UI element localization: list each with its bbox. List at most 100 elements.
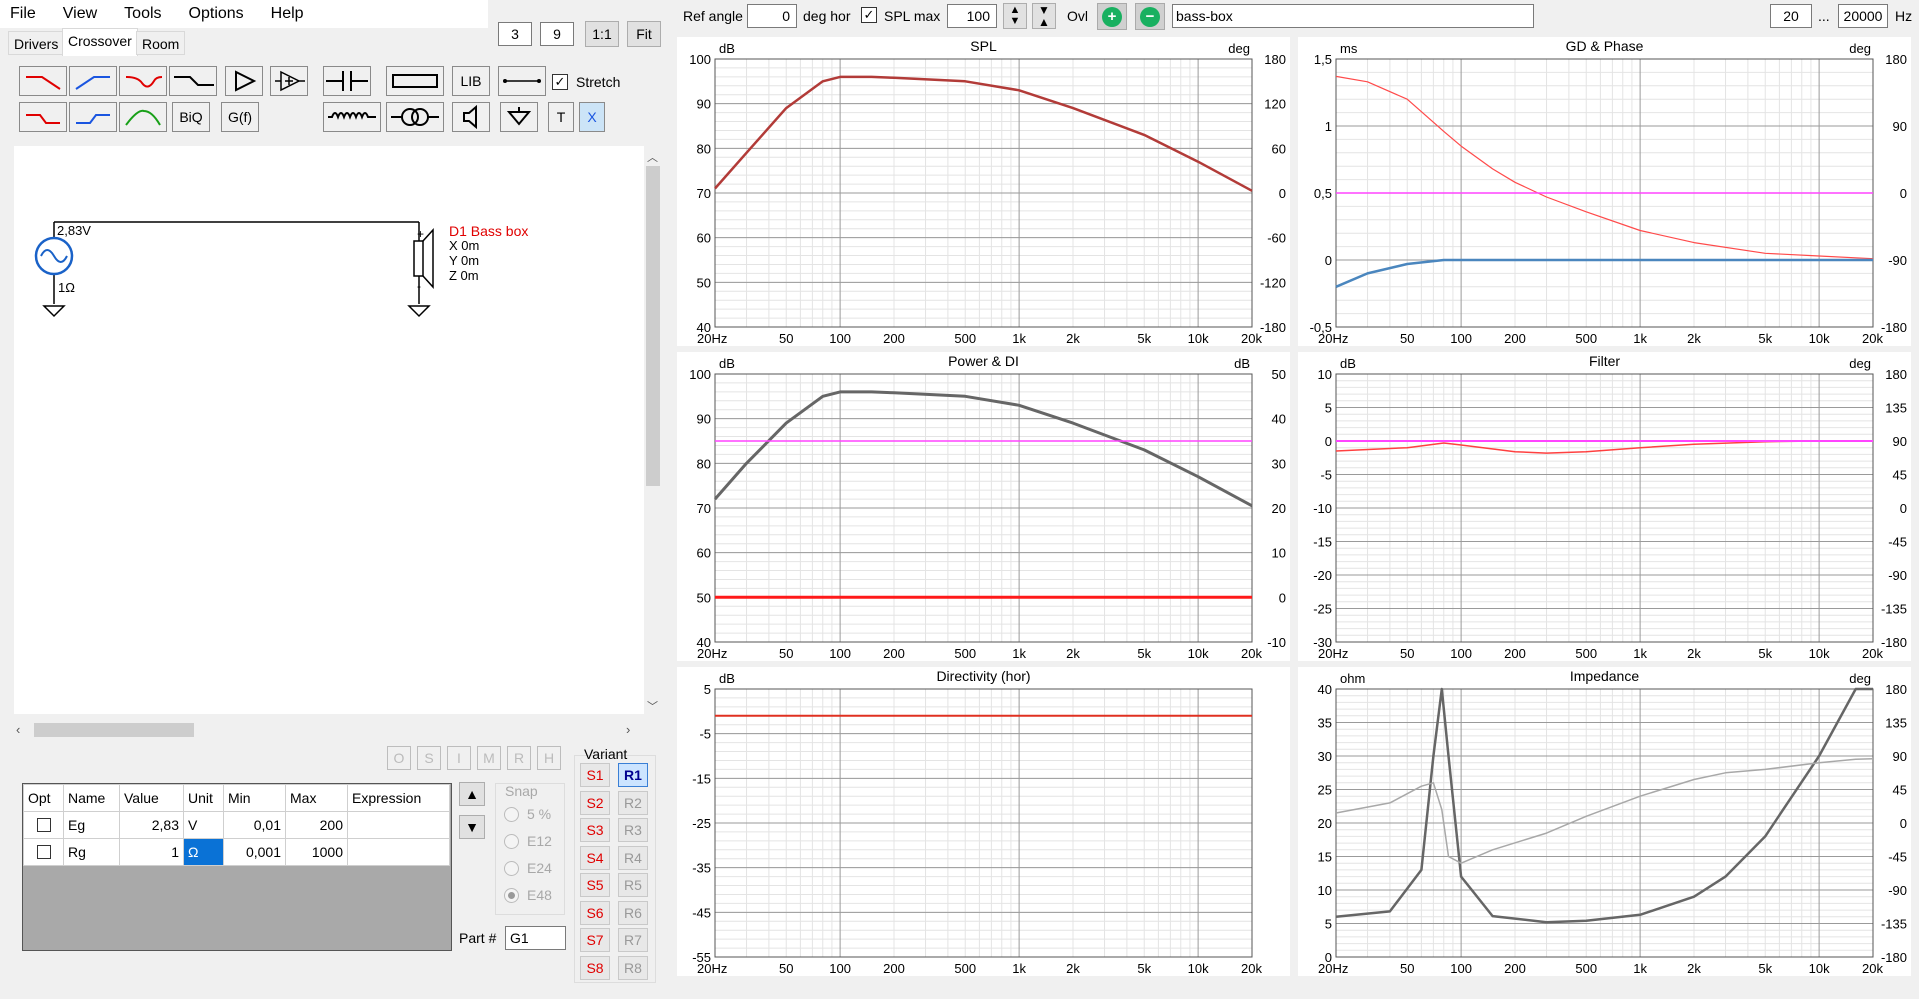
table-row[interactable]: Rg 1 Ω 0,001 1000	[23, 838, 450, 866]
snap-radio-e24[interactable]	[504, 861, 519, 876]
variant-s3-button[interactable]: S3	[580, 818, 610, 842]
value-cell[interactable]: 1	[119, 838, 184, 866]
lowpass-red-icon[interactable]	[19, 66, 67, 96]
scroll-down-icon[interactable]: ﹀	[647, 698, 658, 714]
variant-r1-button[interactable]: R1	[618, 763, 648, 787]
buffer-icon[interactable]	[270, 66, 308, 96]
i-button[interactable]: I	[447, 746, 471, 770]
directivity-panel[interactable]: Directivity (hor) 5 -5 -15 -25 -35 -45 -55 dB 20…	[677, 667, 1290, 976]
variant-r6-button[interactable]: R6	[618, 900, 648, 925]
amplifier-icon[interactable]	[225, 66, 263, 96]
scroll-right-icon[interactable]: ›	[626, 722, 630, 737]
shelf-icon[interactable]	[169, 66, 217, 96]
ground-icon[interactable]	[500, 102, 538, 132]
freq-min-input[interactable]: 20	[1770, 4, 1812, 28]
stretch-checkbox[interactable]: ✓	[552, 74, 568, 90]
menu-tools[interactable]: Tools	[124, 5, 161, 23]
lowpass-red-icon-2[interactable]	[19, 102, 67, 132]
inductor-icon[interactable]	[323, 102, 381, 132]
r-button[interactable]: R	[507, 746, 531, 770]
snap-radio-5[interactable]	[504, 807, 519, 822]
fit-button[interactable]: Fit	[627, 21, 661, 47]
x-button[interactable]: X	[579, 102, 605, 132]
overlay-name-input[interactable]: bass-box	[1172, 4, 1534, 28]
value-cell[interactable]: 2,83	[119, 811, 184, 839]
one-to-one-button[interactable]: 1:1	[585, 21, 619, 47]
opt-checkbox[interactable]	[36, 818, 51, 832]
schematic-vscroll[interactable]: ︿ ﹀	[644, 146, 662, 714]
menu-file[interactable]: File	[10, 5, 36, 23]
lib-button[interactable]: LIB	[452, 66, 490, 96]
m-button[interactable]: M	[477, 746, 501, 770]
menu-view[interactable]: View	[63, 5, 97, 23]
variant-r2-button[interactable]: R2	[618, 790, 648, 815]
vscroll-thumb[interactable]	[646, 166, 660, 486]
impedance-panel[interactable]: Impedance 40 35 30 25 20 15 10 5 0 180 135 90 45 0 -45…	[1298, 667, 1911, 976]
variant-s6-button[interactable]: S6	[580, 900, 610, 925]
gd-phase-panel[interactable]: GD & Phase 1,5 1 0,5 0 -0,5 180 90 0 -90 -180 ms de…	[1298, 37, 1911, 346]
name-cell[interactable]: Rg	[63, 838, 120, 866]
scroll-up-icon[interactable]: ︿	[647, 149, 658, 165]
menu-help[interactable]: Help	[271, 5, 304, 23]
s-button[interactable]: S	[417, 746, 441, 770]
highpass-blue-icon-2[interactable]	[69, 102, 117, 132]
capacitor-icon[interactable]	[323, 66, 371, 96]
transformer-icon[interactable]	[386, 102, 444, 132]
speaker-icon[interactable]	[452, 102, 490, 132]
opt-cell[interactable]	[23, 838, 64, 866]
remove-overlay-button[interactable]: −	[1135, 3, 1165, 30]
part-input[interactable]: G1	[505, 926, 566, 950]
highpass-blue-icon[interactable]	[69, 66, 117, 96]
variant-r7-button[interactable]: R7	[618, 928, 648, 952]
spl-panel[interactable]: SPL 100 90 80 70 60 50 40 180 120 60 0 -60 -120 -180 d…	[677, 37, 1290, 346]
variant-s5-button[interactable]: S5	[580, 873, 610, 897]
max-cell[interactable]: 1000	[285, 838, 348, 866]
expression-cell[interactable]	[347, 838, 450, 866]
max-cell[interactable]: 200	[285, 811, 348, 839]
resistor-icon[interactable]	[386, 66, 444, 96]
variant-r5-button[interactable]: R5	[618, 873, 648, 897]
biq-button[interactable]: BiQ	[172, 102, 210, 132]
opt-cell[interactable]	[23, 811, 64, 839]
snap-radio-e12[interactable]	[504, 834, 519, 849]
variant-r3-button[interactable]: R3	[618, 818, 648, 842]
min-cell[interactable]: 0,01	[223, 811, 286, 839]
driver-label[interactable]: D1 Bass box	[449, 223, 528, 239]
h-button[interactable]: H	[537, 746, 561, 770]
variant-r8-button[interactable]: R8	[618, 955, 648, 980]
notch-red-icon[interactable]	[119, 66, 167, 96]
opt-checkbox[interactable]	[36, 845, 51, 859]
spl-max-stepper[interactable]: ▲ ▼	[1003, 3, 1027, 29]
power-di-panel[interactable]: Power & DI 100 90 80 70 60 50 40 50 40 30 20 10 0 -10…	[677, 352, 1290, 661]
name-cell[interactable]: Eg	[63, 811, 120, 839]
grid-cols-field[interactable]: 9	[540, 22, 574, 46]
variant-s8-button[interactable]: S8	[580, 955, 610, 980]
spl-max-input[interactable]: 100	[947, 4, 997, 28]
spl-max-collapse-icon[interactable]: ▼ ▲	[1032, 3, 1056, 29]
expression-cell[interactable]	[347, 811, 450, 839]
unit-cell[interactable]: V	[183, 811, 224, 839]
o-button[interactable]: O	[387, 746, 411, 770]
add-overlay-button[interactable]: +	[1097, 3, 1127, 30]
move-down-icon[interactable]: ▼	[459, 815, 485, 839]
ref-angle-input[interactable]: 0	[747, 4, 797, 28]
snap-radio-e48[interactable]	[504, 888, 519, 903]
move-up-icon[interactable]: ▲	[459, 782, 485, 806]
grid-rows-field[interactable]: 3	[498, 22, 532, 46]
variant-r4-button[interactable]: R4	[618, 845, 648, 870]
bandpass-green-icon[interactable]	[119, 102, 167, 132]
hscroll-thumb[interactable]	[34, 723, 194, 737]
spl-max-checkbox[interactable]: ✓	[861, 7, 877, 23]
freq-max-input[interactable]: 20000	[1838, 4, 1888, 28]
t-button[interactable]: T	[548, 102, 574, 132]
variant-s7-button[interactable]: S7	[580, 928, 610, 952]
schematic-canvas[interactable]: + - 2,83V 1Ω D1 Bass box X 0m Y 0m Z 0m	[14, 146, 644, 714]
unit-cell[interactable]: Ω	[183, 838, 224, 866]
menu-options[interactable]: Options	[189, 5, 244, 23]
filter-panel[interactable]: Filter 10 5 0 -5 -10 -15 -20 -25 -30 180 135 90 45 0-…	[1298, 352, 1911, 661]
variant-s2-button[interactable]: S2	[580, 790, 610, 815]
scroll-left-icon[interactable]: ‹	[16, 722, 20, 737]
min-cell[interactable]: 0,001	[223, 838, 286, 866]
schematic-hscroll[interactable]: ‹ ›	[14, 721, 644, 739]
variant-s4-button[interactable]: S4	[580, 845, 610, 870]
